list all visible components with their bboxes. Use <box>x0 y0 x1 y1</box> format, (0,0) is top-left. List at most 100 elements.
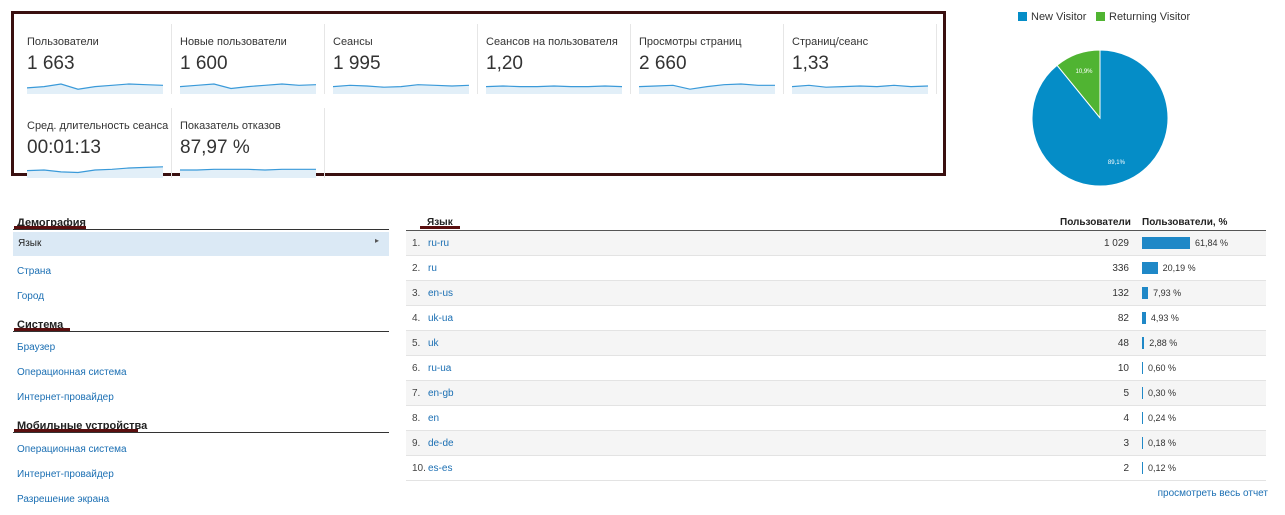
metric-label: Страниц/сеанс <box>792 36 869 48</box>
nav-item-mobile-isp[interactable]: Интернет-провайдер <box>17 469 114 480</box>
legend-label-new: New Visitor <box>1031 11 1087 23</box>
users-count: 48 <box>1117 338 1129 349</box>
sparkline <box>333 84 469 94</box>
sparkline <box>180 83 316 94</box>
users-pct: 61,84 % <box>1195 238 1229 248</box>
legend-new-visitor[interactable]: New Visitor <box>1018 11 1086 23</box>
metric-avg-session-duration[interactable]: Сред. длительность сеанса 00:01:13 <box>19 108 172 178</box>
table-row: 8. en 4 0,24 % <box>406 406 1266 431</box>
metric-value: 1,33 <box>792 53 829 74</box>
pct-bar <box>1142 312 1146 324</box>
nav-item-city[interactable]: Город <box>17 291 44 302</box>
nav-item-country[interactable]: Страна <box>17 266 51 277</box>
users-pct: 4,93 % <box>1150 313 1179 323</box>
metric-value: 1 995 <box>333 53 381 74</box>
metric-label: Сеансы <box>333 36 373 48</box>
metric-pageviews[interactable]: Просмотры страниц 2 660 <box>631 24 784 94</box>
pct-bar <box>1142 262 1158 274</box>
sparkline-line <box>486 85 622 88</box>
pct-bar <box>1142 362 1143 374</box>
metric-new-users[interactable]: Новые пользователи 1 600 <box>172 24 325 94</box>
users-count: 2 <box>1123 463 1129 474</box>
table-row: 7. en-gb 5 0,30 % <box>406 381 1266 406</box>
metric-sessions[interactable]: Сеансы 1 995 <box>325 24 478 94</box>
metrics-panel: Пользователи 1 663 Новые пользователи 1 … <box>11 11 946 178</box>
sparkline-area <box>486 86 622 94</box>
users-pct: 0,18 % <box>1148 438 1177 448</box>
column-header-users-pct[interactable]: Пользователи, % <box>1142 217 1227 228</box>
row-number: 8. <box>412 413 421 424</box>
metric-users[interactable]: Пользователи 1 663 <box>19 24 172 94</box>
row-number: 2. <box>412 263 421 274</box>
sparkline <box>27 83 163 94</box>
users-count: 3 <box>1123 438 1129 449</box>
users-pct: 0,12 % <box>1148 463 1177 473</box>
legend-swatch-returning <box>1096 12 1105 21</box>
row-number: 6. <box>412 363 421 374</box>
users-pct: 0,24 % <box>1148 413 1177 423</box>
legend-returning-visitor[interactable]: Returning Visitor <box>1096 11 1190 23</box>
metric-value: 00:01:13 <box>27 137 101 158</box>
row-number: 4. <box>412 313 421 324</box>
metric-label: Пользователи <box>27 36 99 48</box>
table-row: 5. uk 48 2,88 % <box>406 331 1266 356</box>
users-pct: 0,30 % <box>1148 388 1177 398</box>
metric-value: 1 600 <box>180 53 228 74</box>
chevron-right-icon: ▸ <box>374 236 379 245</box>
divider <box>13 229 389 230</box>
nav-item-mobile-os[interactable]: Операционная система <box>17 444 127 455</box>
nav-item-isp[interactable]: Интернет-провайдер <box>17 392 114 403</box>
table-row: 4. uk-ua 82 4,93 % <box>406 306 1266 331</box>
pie-slice-label: 89,1% <box>1108 160 1126 166</box>
sparkline-area <box>27 166 163 178</box>
metric-pages-per-session[interactable]: Страниц/сеанс 1,33 <box>784 24 937 94</box>
pie-slice-label: 10,9% <box>1075 69 1093 75</box>
table-row: 10. es-es 2 0,12 % <box>406 456 1266 481</box>
row-number: 3. <box>412 288 421 299</box>
nav-item-browser[interactable]: Браузер <box>17 342 55 353</box>
sparkline-line <box>180 168 316 171</box>
row-number: 5. <box>412 338 421 349</box>
metric-sessions-per-user[interactable]: Сеансов на пользователя 1,20 <box>478 24 631 94</box>
pct-bar <box>1142 412 1143 424</box>
table-row: 9. de-de 3 0,18 % <box>406 431 1266 456</box>
language-link[interactable]: es-es <box>428 463 452 474</box>
nav-item-os[interactable]: Операционная система <box>17 367 127 378</box>
underline-language <box>420 226 460 229</box>
table-row: 1. ru-ru 1 029 61,84 % <box>406 231 1266 256</box>
language-link[interactable]: ru-ua <box>428 363 451 374</box>
language-link[interactable]: en-us <box>428 288 453 299</box>
pct-bar <box>1142 287 1149 299</box>
visitor-pie-chart: 10,9% 89,1% <box>1031 49 1169 187</box>
users-count: 82 <box>1117 313 1129 324</box>
metric-value: 1 663 <box>27 53 75 74</box>
users-count: 336 <box>1112 263 1129 274</box>
metric-label: Новые пользователи <box>180 36 287 48</box>
metric-value: 87,97 % <box>180 137 250 158</box>
metric-value: 2 660 <box>639 53 687 74</box>
users-pct: 20,19 % <box>1162 263 1196 273</box>
users-count: 1 029 <box>1103 238 1129 249</box>
view-full-report-link[interactable]: просмотреть весь отчет <box>1158 488 1268 499</box>
language-link[interactable]: ru <box>428 263 437 274</box>
sparkline-area <box>180 169 316 178</box>
language-link[interactable]: ru-ru <box>428 238 449 249</box>
users-count: 4 <box>1123 413 1129 424</box>
language-link[interactable]: de-de <box>428 438 454 449</box>
pie-slice-new-visitor[interactable] <box>1031 49 1169 187</box>
row-number: 10. <box>412 463 426 474</box>
nav-item-resolution[interactable]: Разрешение экрана <box>17 494 109 505</box>
column-header-users[interactable]: Пользователи <box>1060 217 1131 228</box>
nav-item-language[interactable]: Язык ▸ <box>13 232 389 256</box>
language-link[interactable]: en-gb <box>428 388 454 399</box>
sparkline <box>486 85 622 94</box>
language-link[interactable]: en <box>428 413 439 424</box>
language-link[interactable]: uk-ua <box>428 313 453 324</box>
language-link[interactable]: uk <box>428 338 439 349</box>
users-count: 5 <box>1123 388 1129 399</box>
table-row: 3. en-us 132 7,93 % <box>406 281 1266 306</box>
table-row: 2. ru 336 20,19 % <box>406 256 1266 281</box>
metric-label: Сред. длительность сеанса <box>27 120 169 132</box>
sparkline <box>792 84 928 94</box>
metric-bounce-rate[interactable]: Показатель отказов 87,97 % <box>172 108 325 178</box>
